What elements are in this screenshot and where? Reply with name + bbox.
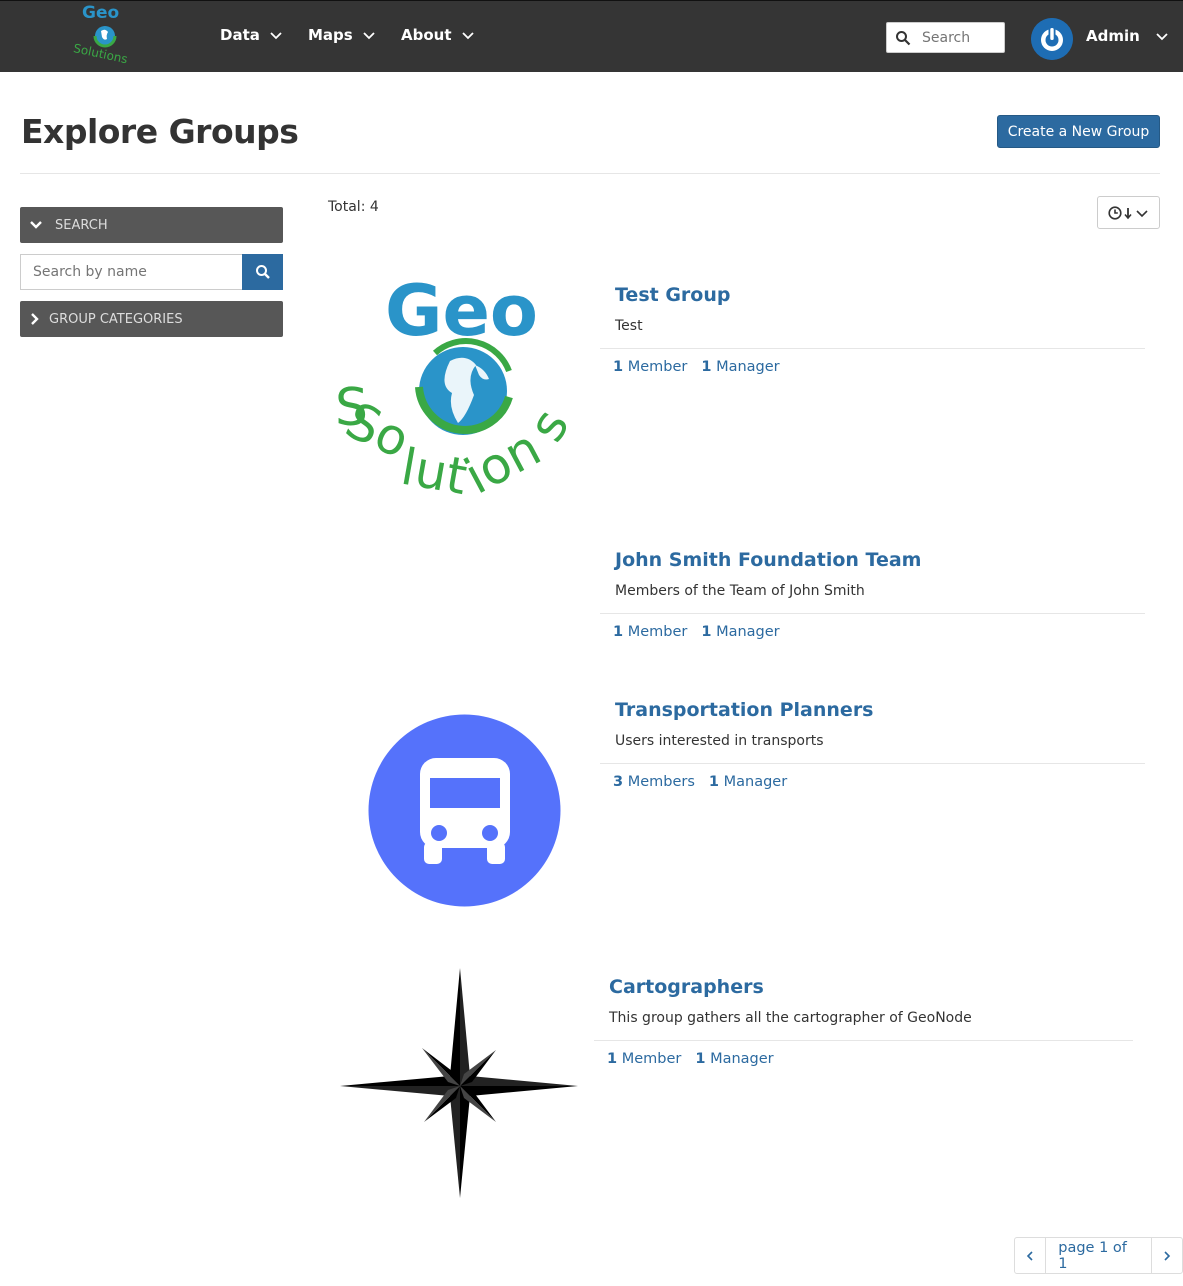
divider — [20, 173, 1160, 174]
user-avatar[interactable] — [1031, 18, 1073, 60]
group-categories-label: GROUP CATEGORIES — [49, 311, 183, 327]
svg-text:lut: lut — [397, 438, 471, 506]
search-icon — [896, 30, 911, 45]
group-title[interactable]: Test Group — [615, 284, 1145, 306]
group-card: Cartographers This group gathers all the… — [594, 976, 1133, 1067]
group-counts: 1 Member 1 Manager — [613, 624, 1145, 640]
chevron-down-icon — [363, 32, 375, 40]
divider — [600, 763, 1145, 764]
prev-page-button[interactable] — [1015, 1238, 1045, 1273]
results-total: Total: 4 — [328, 199, 379, 215]
divider — [594, 1040, 1133, 1041]
svg-text:Geo: Geo — [82, 3, 119, 23]
page-title: Explore Groups — [21, 112, 299, 151]
chevron-down-icon — [270, 32, 282, 40]
group-card: John Smith Foundation Team Members of th… — [600, 549, 1145, 640]
group-description: Test — [615, 318, 643, 334]
divider — [600, 348, 1145, 349]
search-icon — [255, 265, 270, 279]
members-link[interactable]: 1 Member — [613, 359, 687, 375]
managers-link[interactable]: 1 Manager — [695, 1051, 773, 1067]
bus-icon[interactable] — [368, 714, 561, 907]
user-menu[interactable]: Admin — [1086, 27, 1170, 45]
create-group-button[interactable]: Create a New Group — [997, 115, 1160, 148]
group-card: Transportation Planners Users interested… — [600, 699, 1145, 790]
group-card: Test Group Test 1 Member 1 Manager — [600, 284, 1145, 375]
chevron-right-icon — [1164, 1250, 1170, 1261]
group-categories-toggle[interactable]: GROUP CATEGORIES — [20, 301, 283, 337]
search-panel-toggle[interactable]: SEARCH — [20, 207, 283, 243]
global-search[interactable] — [886, 22, 1005, 53]
search-by-name-input[interactable] — [20, 254, 242, 290]
geosolutions-logo[interactable]: Geo Solutions — [68, 1, 144, 71]
name-search — [20, 254, 283, 290]
clock-icon — [1107, 205, 1122, 220]
group-description: Users interested in transports — [615, 733, 824, 749]
managers-link[interactable]: 1 Manager — [709, 774, 787, 790]
managers-link[interactable]: 1 Manager — [701, 359, 779, 375]
group-description: This group gathers all the cartographer … — [609, 1010, 972, 1026]
nav-about-label: About — [401, 26, 452, 44]
group-counts: 3 Members 1 Manager — [613, 774, 1145, 790]
members-link[interactable]: 1 Member — [613, 624, 687, 640]
compass-rose-icon[interactable] — [340, 966, 580, 1200]
next-page-button[interactable] — [1152, 1238, 1182, 1273]
sort-desc-icon — [1123, 207, 1132, 219]
search-panel-label: SEARCH — [55, 217, 108, 233]
group-title[interactable]: Transportation Planners — [615, 699, 1145, 721]
search-submit-button[interactable] — [242, 254, 283, 290]
nav-maps[interactable]: Maps — [308, 26, 377, 44]
pagination: page 1 of 1 — [1014, 1237, 1183, 1274]
page-indicator: page 1 of 1 — [1045, 1238, 1152, 1273]
nav-about[interactable]: About — [401, 26, 476, 44]
group-title[interactable]: John Smith Foundation Team — [615, 549, 1145, 571]
user-name: Admin — [1086, 27, 1140, 45]
test-group-thumbnail[interactable]: Geo S So lut ion s — [335, 265, 595, 515]
nav-data[interactable]: Data — [220, 26, 284, 44]
global-search-input[interactable] — [920, 28, 1004, 47]
group-counts: 1 Member 1 Manager — [607, 1051, 1133, 1067]
chevron-down-icon — [1156, 33, 1168, 41]
top-navbar: Geo Solutions Data Maps About Admin — [0, 0, 1183, 72]
members-link[interactable]: 1 Member — [607, 1051, 681, 1067]
chevron-left-icon — [1026, 1250, 1033, 1261]
chevron-right-icon — [31, 313, 39, 325]
nav-maps-label: Maps — [308, 26, 353, 44]
chevron-down-icon — [1135, 209, 1148, 217]
chevron-down-icon — [30, 221, 42, 229]
members-link[interactable]: 3 Members — [613, 774, 695, 790]
divider — [600, 613, 1145, 614]
chevron-down-icon — [461, 32, 474, 40]
group-description: Members of the Team of John Smith — [615, 583, 865, 599]
group-counts: 1 Member 1 Manager — [613, 359, 1145, 375]
managers-link[interactable]: 1 Manager — [701, 624, 779, 640]
sort-dropdown[interactable] — [1097, 196, 1160, 229]
nav-data-label: Data — [220, 26, 260, 44]
group-title[interactable]: Cartographers — [609, 976, 1133, 998]
